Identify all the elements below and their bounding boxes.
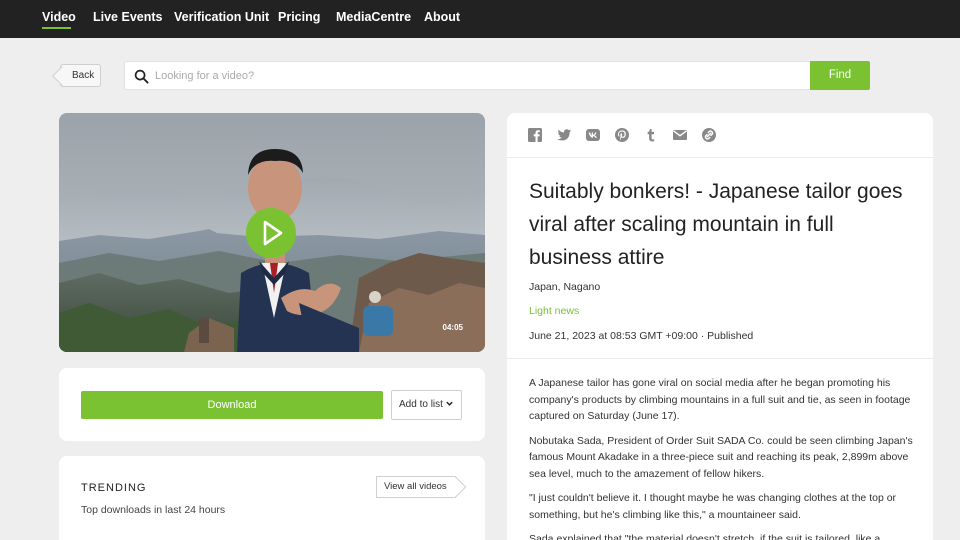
trending-title: TRENDING xyxy=(81,482,147,494)
article-headline: Suitably bonkers! - Japanese tailor goes… xyxy=(529,180,903,269)
nav-verification-unit[interactable]: Verification Unit xyxy=(174,10,269,24)
play-button[interactable] xyxy=(246,208,296,258)
article-category-link[interactable]: Light news xyxy=(529,305,579,317)
view-all-label: View all videos xyxy=(384,481,447,492)
article-paragraph: "I just couldn't believe it. I thought m… xyxy=(529,492,897,521)
nav-pricing[interactable]: Pricing xyxy=(278,10,320,24)
article-published-date: June 21, 2023 at 08:53 GMT +09:00 · Publ… xyxy=(529,330,754,342)
download-button[interactable]: Download xyxy=(81,391,383,419)
meta-divider xyxy=(507,358,933,359)
article-paragraph: Nobutaka Sada, President of Order Suit S… xyxy=(529,434,913,480)
add-to-list-label: Add to list xyxy=(399,399,443,410)
play-icon xyxy=(263,220,283,246)
link-icon[interactable] xyxy=(701,127,717,143)
article-paragraph: A Japanese tailor has gone viral on soci… xyxy=(529,377,911,422)
article-location: Japan, Nagano xyxy=(529,281,601,293)
view-all-videos-button[interactable]: View all videos xyxy=(376,476,456,498)
nav-active-indicator xyxy=(42,27,71,29)
search-icon xyxy=(134,69,149,84)
video-duration: 04:05 xyxy=(442,323,463,332)
twitter-icon[interactable] xyxy=(556,127,572,143)
email-icon[interactable] xyxy=(672,127,688,143)
search-bar xyxy=(124,61,812,90)
back-button-label: Back xyxy=(72,70,95,81)
facebook-icon[interactable] xyxy=(527,127,543,143)
search-input[interactable] xyxy=(155,62,795,89)
article-body: A Japanese tailor has gone viral on soci… xyxy=(529,375,913,540)
pinterest-icon[interactable] xyxy=(614,127,630,143)
trending-panel: TRENDING Top downloads in last 24 hours … xyxy=(59,456,485,540)
chevron-down-icon xyxy=(446,401,453,406)
nav-about[interactable]: About xyxy=(424,10,460,24)
trending-subtitle: Top downloads in last 24 hours xyxy=(81,504,226,516)
share-divider xyxy=(507,157,933,158)
video-player[interactable]: 04:05 xyxy=(59,113,485,352)
find-button[interactable]: Find xyxy=(810,61,870,90)
add-to-list-button[interactable]: Add to list xyxy=(391,390,462,420)
download-panel: Download Add to list xyxy=(59,368,485,441)
vk-icon[interactable] xyxy=(585,127,601,143)
nav-video[interactable]: Video xyxy=(42,10,76,24)
nav-live-events[interactable]: Live Events xyxy=(93,10,162,24)
back-button[interactable]: Back xyxy=(60,64,101,87)
article-panel: Suitably bonkers! - Japanese tailor goes… xyxy=(507,113,933,540)
article-paragraph: Sada explained that "the material doesn'… xyxy=(529,533,881,540)
nav-mediacentre[interactable]: MediaCentre xyxy=(336,10,411,24)
top-nav: Video Live Events Verification Unit Pric… xyxy=(0,0,960,38)
tumblr-icon[interactable] xyxy=(643,127,659,143)
